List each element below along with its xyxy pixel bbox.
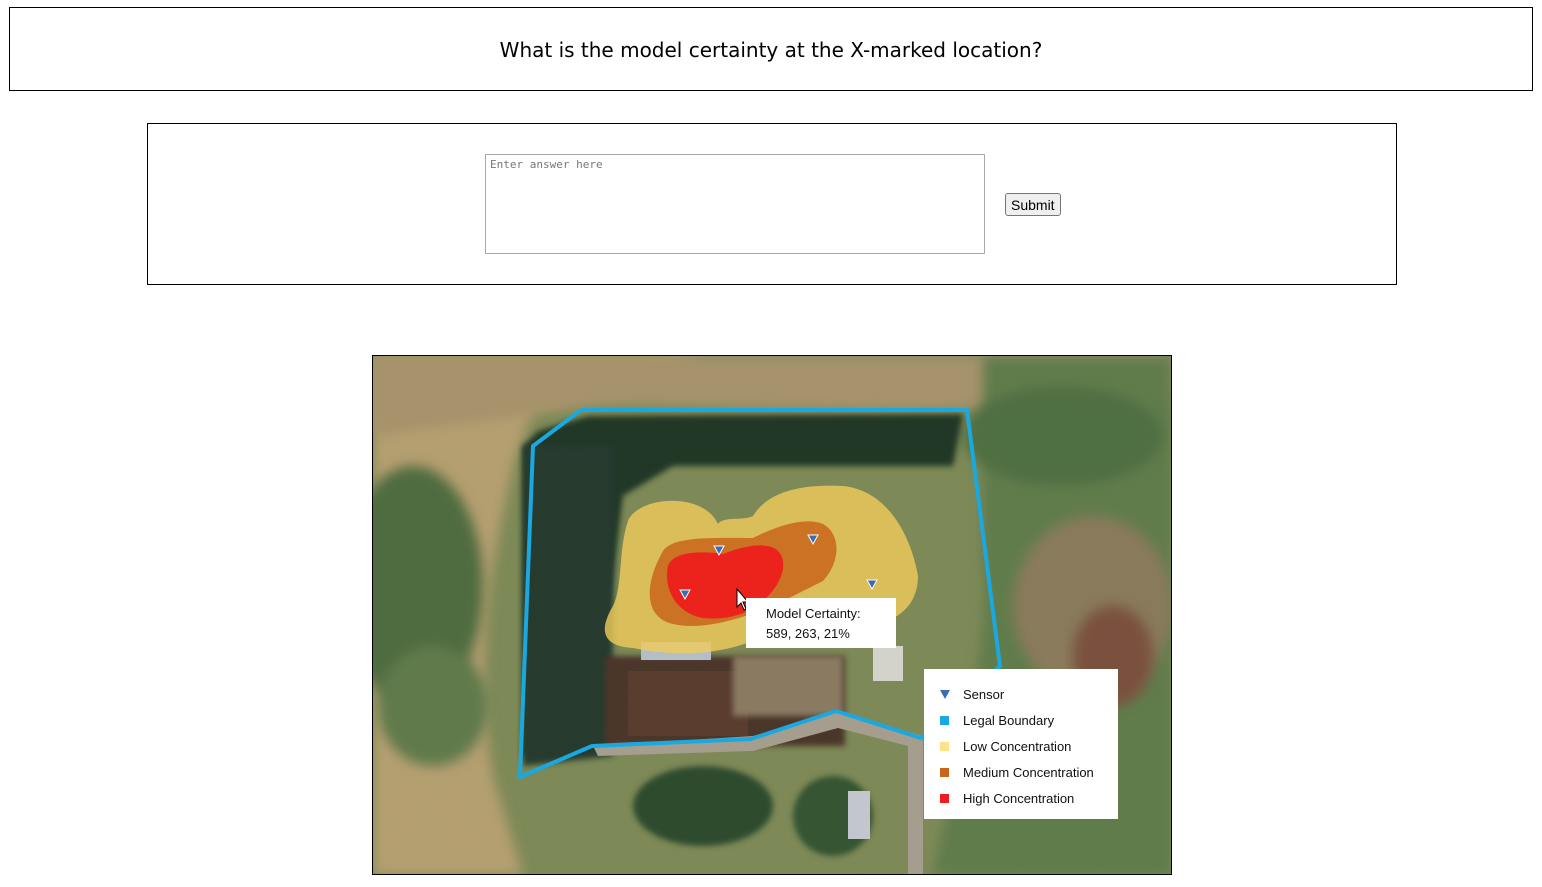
question-panel: What is the model certainty at the X-mar… [9, 7, 1533, 91]
medium-concentration-swatch-icon [940, 767, 949, 777]
map-image: Model Certainty: 589, 263, 21% Sensor Le… [372, 355, 1172, 875]
legend-item-high-concentration: High Concentration [940, 785, 1118, 811]
legend-label: Sensor [963, 686, 1005, 702]
low-concentration-swatch-icon [940, 741, 949, 751]
map-legend: Sensor Legal Boundary Low Concentration … [924, 669, 1118, 819]
high-concentration-swatch-icon [940, 793, 949, 803]
answer-panel: Submit [147, 123, 1397, 285]
legend-item-sensor: Sensor [940, 681, 1118, 707]
legend-label: High Concentration [963, 790, 1075, 806]
model-certainty-tooltip: Model Certainty: 589, 263, 21% [746, 598, 896, 648]
tooltip-label: Model Certainty: [766, 606, 861, 621]
legend-item-medium-concentration: Medium Concentration [940, 759, 1118, 785]
legend-label: Low Concentration [963, 738, 1072, 754]
legend-label: Medium Concentration [963, 764, 1094, 780]
sensor-triangle-icon [940, 689, 950, 699]
legend-item-legal-boundary: Legal Boundary [940, 707, 1118, 733]
submit-button[interactable]: Submit [1005, 193, 1061, 216]
question-text: What is the model certainty at the X-mar… [499, 38, 1043, 62]
legend-item-low-concentration: Low Concentration [940, 733, 1118, 759]
legal-boundary-swatch-icon [940, 715, 949, 725]
legend-label: Legal Boundary [963, 712, 1055, 728]
answer-input[interactable] [485, 154, 985, 254]
tooltip-value: 589, 263, 21% [766, 626, 850, 641]
